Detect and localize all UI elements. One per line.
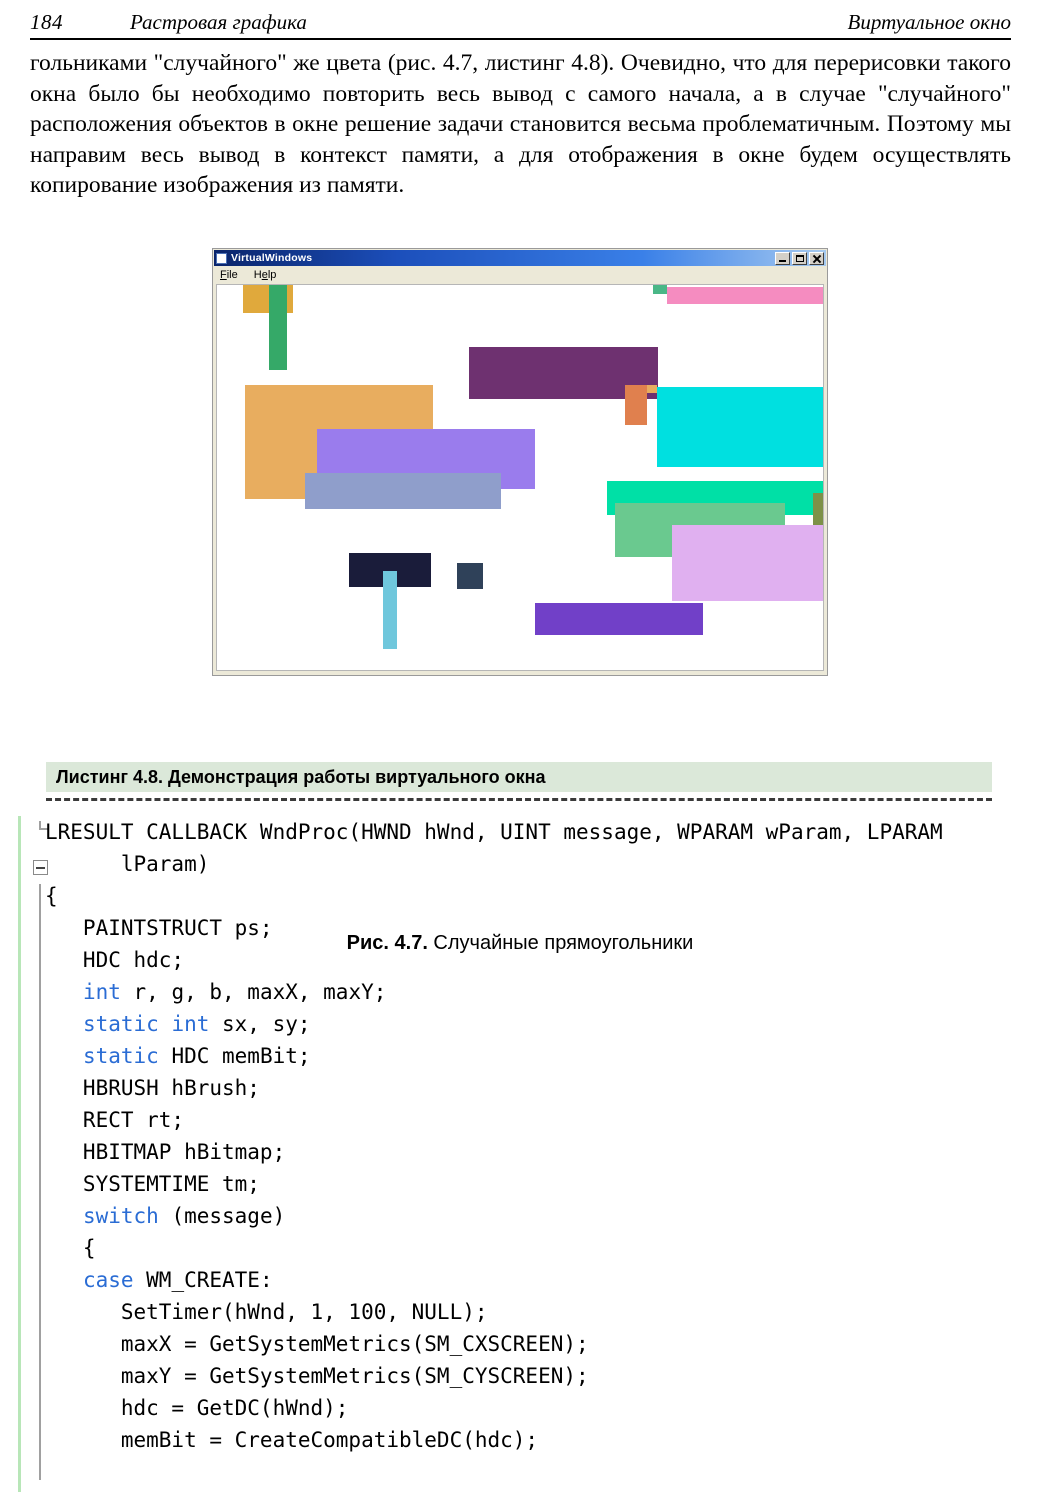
code-gutter-bar <box>18 816 21 1492</box>
code-text: lParam) <box>45 852 210 876</box>
code-line: memBit = CreateCompatibleDC(hdc); <box>45 1424 1023 1456</box>
code-text: (message) <box>158 1204 286 1228</box>
code-text: maxX = GetSystemMetrics(SM_CXSCREEN); <box>45 1332 589 1356</box>
code-text: memBit = CreateCompatibleDC(hdc); <box>45 1428 539 1452</box>
code-text: r, g, b, maxX, maxY; <box>120 980 387 1004</box>
code-line: SYSTEMTIME tm; <box>45 1168 1023 1200</box>
figure-4-7: VirtualWindows File Help Рис. 4.7. Случа… <box>212 248 828 954</box>
code-text: { <box>45 1236 96 1260</box>
menu-item-help[interactable]: Help <box>254 269 277 281</box>
code-lines: LRESULT CALLBACK WndProc(HWND hWnd, UINT… <box>45 816 1023 1456</box>
window-title: VirtualWindows <box>231 252 313 264</box>
window-client-area <box>216 284 824 671</box>
random-rectangle <box>657 387 823 467</box>
code-line: HBRUSH hBrush; <box>45 1072 1023 1104</box>
code-text: hdc = GetDC(hWnd); <box>45 1396 349 1420</box>
app-icon <box>216 252 227 264</box>
code-text: LRESULT CALLBACK WndProc(HWND hWnd, UINT… <box>45 820 943 844</box>
window-controls <box>775 251 824 265</box>
header-chapter-title: Виртуальное окно <box>847 10 1011 34</box>
code-line: lParam) <box>45 848 1023 880</box>
code-line: static int sx, sy; <box>45 1008 1023 1040</box>
code-line: { <box>45 1232 1023 1264</box>
page-number: 184 <box>30 10 63 34</box>
code-keyword: static <box>82 1044 159 1068</box>
code-text: RECT rt; <box>45 1108 185 1132</box>
window-title-bar: VirtualWindows <box>214 250 826 266</box>
listing-header-bar: Листинг 4.8. Демонстрация работы виртуал… <box>46 762 992 792</box>
code-line: maxY = GetSystemMetrics(SM_CYSCREEN); <box>45 1360 1023 1392</box>
code-line: LRESULT CALLBACK WndProc(HWND hWnd, UINT… <box>45 816 1023 848</box>
code-keyword: static int <box>82 1012 210 1036</box>
random-rectangle <box>647 385 657 393</box>
random-rectangle <box>383 571 397 649</box>
code-text: sx, sy; <box>209 1012 311 1036</box>
code-text: HDC hdc; <box>45 948 185 972</box>
code-line: PAINTSTRUCT ps; <box>45 912 1023 944</box>
code-line: HBITMAP hBitmap; <box>45 1136 1023 1168</box>
code-line: int r, g, b, maxX, maxY; <box>45 976 1023 1008</box>
random-rectangle <box>667 287 823 304</box>
code-keyword: switch <box>82 1204 159 1228</box>
code-keyword: int <box>82 980 121 1004</box>
listing-dashed-separator <box>46 798 992 801</box>
page-running-header: 184 Растровая графика Виртуальное окно <box>30 10 1011 40</box>
code-keyword: case <box>82 1268 134 1292</box>
listing-header-text: Листинг 4.8. Демонстрация работы виртуал… <box>56 766 546 787</box>
random-rectangle <box>672 525 823 601</box>
header-section-title: Растровая графика <box>130 10 307 34</box>
code-fold-line <box>39 884 41 1480</box>
virtual-windows-window: VirtualWindows File Help <box>212 248 828 676</box>
random-rectangle <box>469 347 565 399</box>
code-text: HDC memBit; <box>158 1044 311 1068</box>
code-line: switch (message) <box>45 1200 1023 1232</box>
code-line: { <box>45 880 1023 912</box>
code-line: HDC hdc; <box>45 944 1023 976</box>
random-rectangle <box>653 285 667 294</box>
code-line: static HDC memBit; <box>45 1040 1023 1072</box>
code-text: PAINTSTRUCT ps; <box>45 916 273 940</box>
code-line: hdc = GetDC(hWnd); <box>45 1392 1023 1424</box>
random-rectangle <box>625 385 647 425</box>
code-listing-block: LRESULT CALLBACK WndProc(HWND hWnd, UINT… <box>18 816 1023 1492</box>
close-icon[interactable] <box>809 251 824 265</box>
code-text: { <box>45 884 58 908</box>
minimize-button[interactable] <box>775 251 790 265</box>
code-line: case WM_CREATE: <box>45 1264 1023 1296</box>
random-rectangle <box>457 563 483 589</box>
code-text: HBITMAP hBitmap; <box>45 1140 286 1164</box>
random-rectangle <box>535 603 703 635</box>
menu-item-file[interactable]: File <box>220 269 238 281</box>
random-rectangle <box>269 285 287 370</box>
code-line: maxX = GetSystemMetrics(SM_CXSCREEN); <box>45 1328 1023 1360</box>
header-rule <box>30 38 1011 40</box>
code-text: WM_CREATE: <box>133 1268 273 1292</box>
window-menu-bar: File Help <box>214 266 826 284</box>
code-line: RECT rt; <box>45 1104 1023 1136</box>
random-rectangle <box>305 473 501 509</box>
code-text: SetTimer(hWnd, 1, 100, NULL); <box>45 1300 488 1324</box>
code-text: maxY = GetSystemMetrics(SM_CYSCREEN); <box>45 1364 589 1388</box>
body-paragraph-block: гольниками "случайного" же цвета (рис. 4… <box>30 48 1011 201</box>
code-text: HBRUSH hBrush; <box>45 1076 260 1100</box>
code-line: SetTimer(hWnd, 1, 100, NULL); <box>45 1296 1023 1328</box>
maximize-button[interactable] <box>792 251 807 265</box>
code-text: SYSTEMTIME tm; <box>45 1172 260 1196</box>
body-paragraph: гольниками "случайного" же цвета (рис. 4… <box>30 50 1011 198</box>
